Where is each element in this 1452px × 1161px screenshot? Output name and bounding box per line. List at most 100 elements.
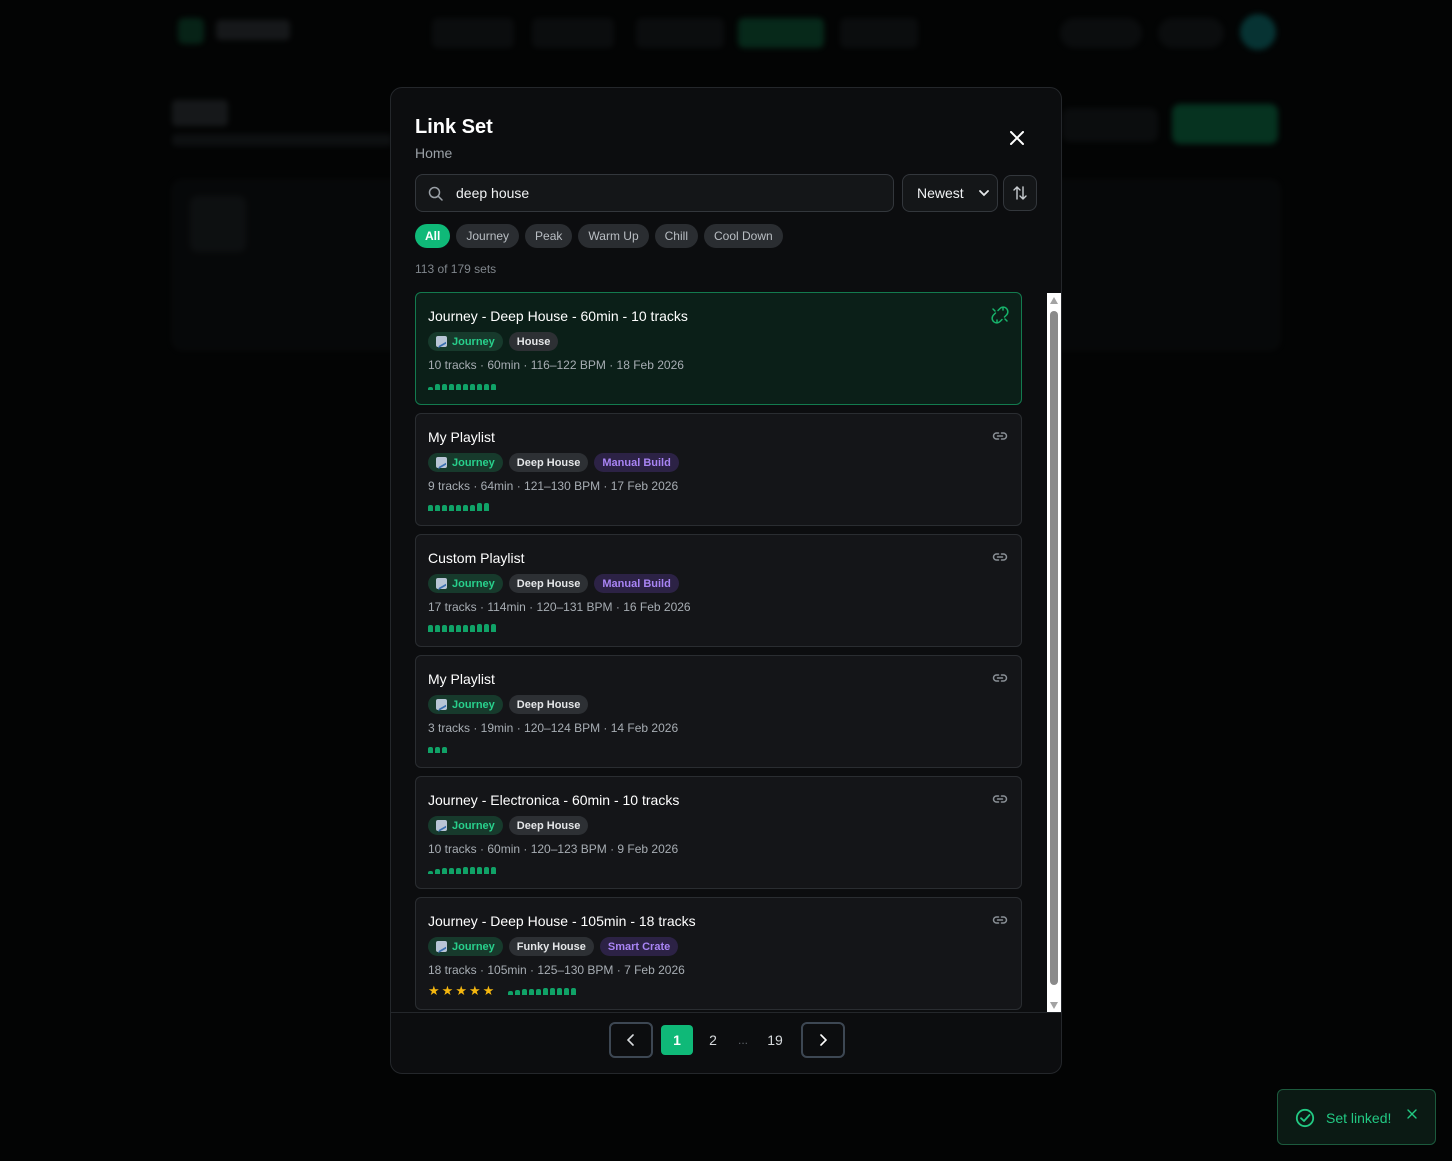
tag-manual: Manual Build [594,574,679,593]
filter-chip-warm-up[interactable]: Warm Up [578,224,649,248]
search-field[interactable] [415,174,894,212]
chart-trend-icon [436,578,447,589]
set-title: Custom Playlist [428,550,525,566]
page-button-19[interactable]: 19 [761,1022,789,1058]
energy-bar [428,871,433,874]
tag-label: Deep House [516,456,581,469]
link-icon[interactable] [991,427,1009,445]
background-nav-item [432,18,514,48]
energy-bar [491,867,496,874]
energy-bar [435,747,440,753]
background-topbar [0,0,1452,64]
tag-smart: Smart Crate [599,937,679,956]
star-icon[interactable]: ★ [469,984,481,997]
star-icon[interactable]: ★ [455,984,467,997]
sets-list: Journey - Deep House - 60min - 10 tracks… [415,292,1061,1012]
energy-bar [477,384,482,390]
chart-trend-icon [436,336,447,347]
energy-bar [543,988,548,995]
scrollbar-thumb[interactable] [1050,311,1058,985]
set-card[interactable]: My Playlist Journey Deep House Manual Build… [415,413,1022,526]
energy-bar [463,384,468,390]
next-page-button[interactable] [801,1022,845,1058]
star-icon[interactable]: ★ [428,984,440,997]
sort-select[interactable]: Newest [902,174,998,212]
energy-bars [428,380,496,390]
set-meta: 10 tracks · 60min · 120–123 BPM · 9 Feb … [428,842,679,856]
star-icon[interactable]: ★ [483,984,495,997]
previous-page-button[interactable] [609,1022,653,1058]
scroll-up-arrow-icon[interactable] [1050,297,1058,304]
filter-chip-chill[interactable]: Chill [654,224,698,248]
set-title: Journey - Deep House - 60min - 10 tracks [428,308,688,324]
energy-bars [428,743,447,753]
rating-stars[interactable]: ★ ★ ★ ★ ★ [428,984,494,997]
energy-bar [477,503,482,511]
set-tags: Journey Funky House Smart Crate [428,937,679,956]
set-card[interactable]: Journey - Electronica - 60min - 10 track… [415,776,1022,889]
sort-select-value: Newest [917,185,964,201]
modal-footer-divider [391,1012,1061,1013]
tag-label: Deep House [516,698,581,711]
filter-chip-journey[interactable]: Journey [456,224,520,248]
energy-bar [428,625,433,632]
set-tags: Journey House [428,332,559,351]
close-button[interactable] [1005,126,1029,150]
energy-bar [449,868,454,874]
filter-chip-cool-down[interactable]: Cool Down [703,224,783,248]
energy-bar [571,988,576,995]
link-icon[interactable] [991,669,1009,687]
tag-label: Manual Build [602,577,671,590]
set-meta: 10 tracks · 60min · 116–122 BPM · 18 Feb… [428,358,684,372]
background-nav-item [532,18,614,48]
page-button-2[interactable]: 2 [701,1022,725,1058]
modal-subtitle: Home [415,145,453,161]
background-logo-icon [178,18,204,44]
toast-close-icon[interactable] [1406,1108,1418,1120]
scroll-down-arrow-icon[interactable] [1050,1002,1058,1009]
energy-bar [470,384,475,390]
energy-bar [449,505,454,511]
energy-bar [515,990,520,995]
filter-chip-all[interactable]: All [415,224,451,248]
background-primary-button [1172,104,1278,144]
chart-trend-icon [436,457,447,468]
set-card[interactable]: Journey - Deep House - 60min - 10 tracks… [415,292,1022,405]
list-scrollbar[interactable] [1047,293,1061,1013]
page-button-1[interactable]: 1 [661,1025,693,1055]
tag-label: Journey [452,698,495,711]
modal-title: Link Set [415,116,493,138]
tag-genre: Funky House [508,937,594,956]
set-card[interactable]: My Playlist Journey Deep House 3 tracks · 1… [415,655,1022,768]
link-icon[interactable] [991,790,1009,808]
background-status-pill [1060,18,1142,48]
energy-bar [463,505,468,511]
energy-bar [477,624,482,632]
energy-bar [435,625,440,632]
set-card[interactable]: Journey - Deep House - 105min - 18 track… [415,897,1022,1010]
energy-bar [442,747,447,753]
background-status-pill [1158,18,1224,48]
energy-bar [484,624,489,632]
close-icon [1010,131,1024,145]
search-input[interactable] [456,175,886,211]
background-avatar [1240,14,1276,50]
filter-chip-peak[interactable]: Peak [525,224,573,248]
link-set-modal: Link Set Home Newest AllJourneyPeakWarm … [390,87,1062,1074]
set-tags: Journey Deep House [428,695,589,714]
set-card[interactable]: Custom Playlist Journey Deep House Manual B… [415,534,1022,647]
link-icon[interactable] [991,548,1009,566]
tag-journey: Journey [428,574,503,593]
results-count: 113 of 179 sets [415,262,497,276]
energy-bar [435,869,440,874]
energy-bar [435,505,440,511]
link-icon[interactable] [991,911,1009,929]
unlink-icon[interactable] [991,306,1009,324]
background-page-title [172,100,228,126]
energy-bar [456,384,461,390]
sort-direction-button[interactable] [1003,175,1037,211]
star-icon[interactable]: ★ [442,984,454,997]
chart-trend-icon [436,820,447,831]
background-nav-item-active [738,18,824,48]
energy-bar [470,625,475,632]
